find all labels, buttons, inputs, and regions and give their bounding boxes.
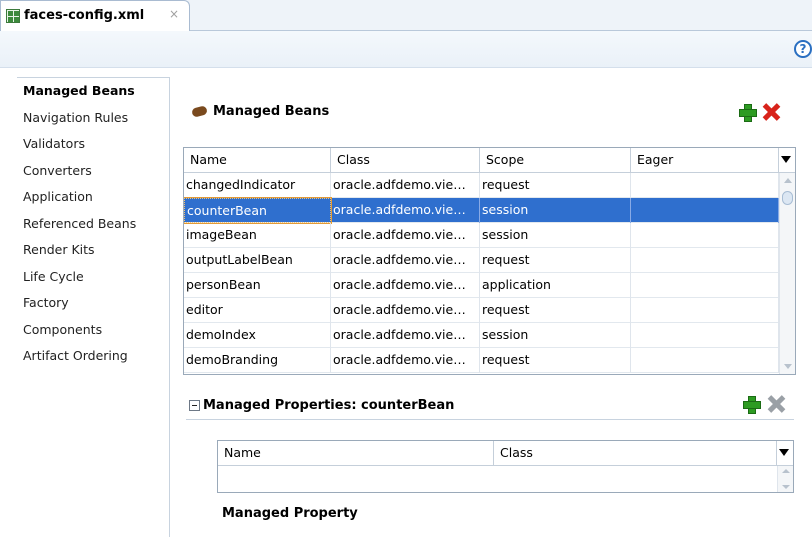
editor-tabstrip: faces-config.xml × [0, 0, 812, 31]
scroll-down-icon[interactable] [782, 485, 790, 489]
managed-bean-icon [191, 105, 208, 118]
table-row[interactable]: outputLabelBean oracle.adfdemo.vie… requ… [184, 248, 779, 273]
close-tab-icon[interactable]: × [169, 7, 179, 21]
cell-eager[interactable] [631, 323, 779, 348]
overview-toolbar: ? [0, 31, 812, 68]
delete-bean-icon[interactable] [762, 103, 780, 121]
nav-item-components[interactable]: Components [17, 317, 169, 344]
section-divider [186, 419, 794, 420]
config-category-nav: Managed Beans Navigation Rules Validator… [17, 77, 170, 537]
table-row[interactable]: changedIndicator oracle.adfdemo.vie… req… [184, 173, 779, 198]
cell-name[interactable]: outputLabelBean [184, 248, 331, 273]
cell-scope[interactable]: request [480, 348, 631, 373]
table-row[interactable]: personBean oracle.adfdemo.vie… applicati… [184, 273, 779, 298]
managed-beans-title: Managed Beans [213, 104, 330, 119]
collapse-properties-icon[interactable] [189, 400, 200, 411]
delete-property-icon [767, 395, 785, 413]
cell-scope[interactable]: request [480, 298, 631, 323]
cell-name[interactable]: personBean [184, 273, 331, 298]
cell-class[interactable]: oracle.adfdemo.vie… [331, 298, 480, 323]
cell-eager[interactable] [631, 198, 779, 223]
cell-name[interactable]: demoIndex [184, 323, 331, 348]
table-row[interactable]: editor oracle.adfdemo.vie… request [184, 298, 779, 323]
properties-table-header: Name Class [218, 441, 793, 466]
managed-properties-table: Name Class [217, 440, 794, 493]
nav-item-navigation-rules[interactable]: Navigation Rules [17, 105, 169, 132]
cell-eager[interactable] [631, 273, 779, 298]
nav-item-life-cycle[interactable]: Life Cycle [17, 264, 169, 291]
properties-table-scrollbar[interactable] [777, 466, 793, 492]
nav-item-converters[interactable]: Converters [17, 158, 169, 185]
nav-item-referenced-beans[interactable]: Referenced Beans [17, 211, 169, 238]
table-row-selected[interactable]: counterBean oracle.adfdemo.vie… session [184, 197, 779, 224]
tab-label: faces-config.xml [24, 8, 145, 23]
nav-item-artifact-ordering[interactable]: Artifact Ordering [17, 343, 169, 370]
add-bean-icon[interactable] [738, 103, 757, 122]
column-header-class[interactable]: Class [331, 148, 480, 173]
nav-item-factory[interactable]: Factory [17, 290, 169, 317]
cell-class[interactable]: oracle.adfdemo.vie… [331, 273, 480, 298]
cell-name[interactable]: counterBean [184, 197, 332, 224]
cell-class[interactable]: oracle.adfdemo.vie… [331, 198, 480, 223]
scroll-thumb[interactable] [782, 191, 793, 205]
cell-name[interactable]: editor [184, 298, 331, 323]
nav-item-application[interactable]: Application [17, 184, 169, 211]
table-row[interactable]: demoBranding oracle.adfdemo.vie… request [184, 348, 779, 373]
cell-name[interactable]: changedIndicator [184, 173, 331, 198]
managed-properties-title: Managed Properties: counterBean [203, 398, 455, 413]
tab-faces-config[interactable]: faces-config.xml × [0, 0, 190, 31]
table-row[interactable]: demoIndex oracle.adfdemo.vie… session [184, 323, 779, 348]
cell-class[interactable]: oracle.adfdemo.vie… [331, 348, 480, 373]
add-property-icon[interactable] [742, 395, 761, 414]
column-chooser-dropdown-icon[interactable] [781, 156, 791, 163]
beans-table-body: changedIndicator oracle.adfdemo.vie… req… [184, 173, 779, 373]
cell-class[interactable]: oracle.adfdemo.vie… [331, 223, 480, 248]
scroll-up-icon[interactable] [784, 178, 792, 183]
managed-property-heading: Managed Property [222, 506, 358, 521]
cell-class[interactable]: oracle.adfdemo.vie… [331, 173, 480, 198]
cell-scope[interactable]: session [480, 223, 631, 248]
column-header-scope[interactable]: Scope [480, 148, 631, 173]
beans-table-scrollbar[interactable] [779, 173, 795, 374]
cell-eager[interactable] [631, 298, 779, 323]
beans-table-header: Name Class Scope Eager [184, 148, 795, 173]
scroll-up-icon[interactable] [782, 469, 790, 473]
column-chooser-dropdown-icon[interactable] [779, 449, 789, 456]
nav-item-render-kits[interactable]: Render Kits [17, 237, 169, 264]
column-header-eager[interactable]: Eager [631, 148, 779, 173]
cell-scope[interactable]: application [480, 273, 631, 298]
help-icon[interactable]: ? [794, 40, 812, 58]
cell-scope[interactable]: session [480, 198, 631, 223]
cell-eager[interactable] [631, 248, 779, 273]
cell-scope[interactable]: session [480, 323, 631, 348]
faces-config-file-icon [6, 9, 20, 23]
cell-eager[interactable] [631, 348, 779, 373]
cell-scope[interactable]: request [480, 173, 631, 198]
cell-eager[interactable] [631, 223, 779, 248]
nav-item-managed-beans[interactable]: Managed Beans [17, 78, 169, 105]
nav-item-validators[interactable]: Validators [17, 131, 169, 158]
cell-class[interactable]: oracle.adfdemo.vie… [331, 248, 480, 273]
table-row[interactable]: imageBean oracle.adfdemo.vie… session [184, 223, 779, 248]
cell-eager[interactable] [631, 173, 779, 198]
cell-name[interactable]: demoBranding [184, 348, 331, 373]
scroll-down-icon[interactable] [784, 364, 792, 369]
managed-beans-table: Name Class Scope Eager changedIndicator … [183, 147, 796, 375]
cell-scope[interactable]: request [480, 248, 631, 273]
cell-name[interactable]: imageBean [184, 223, 331, 248]
column-header-name[interactable]: Name [218, 441, 494, 466]
column-header-class[interactable]: Class [494, 441, 777, 466]
column-header-name[interactable]: Name [184, 148, 331, 173]
cell-class[interactable]: oracle.adfdemo.vie… [331, 323, 480, 348]
